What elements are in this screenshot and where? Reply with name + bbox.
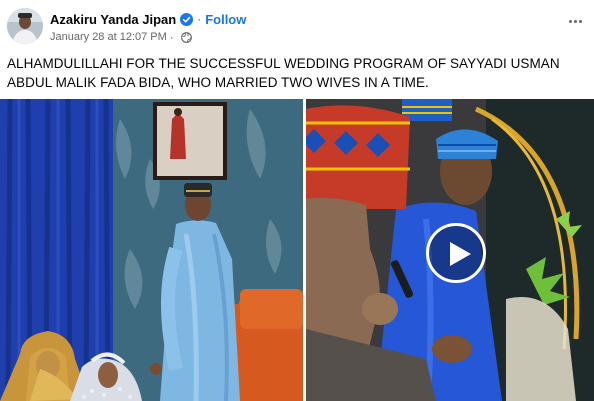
facebook-post: Azakiru Yanda Jipan · Follow January 28 … xyxy=(0,0,594,401)
separator-dot: · xyxy=(197,12,202,26)
timestamp[interactable]: January 28 at 12:07 PM xyxy=(50,31,167,43)
globe-icon xyxy=(180,31,192,43)
separator-dot: · xyxy=(169,30,174,44)
post-caption: ALHAMDULILLAHI FOR THE SUCCESSFUL WEDDIN… xyxy=(7,56,560,90)
more-options-icon[interactable] xyxy=(564,14,586,28)
wedding-video[interactable] xyxy=(306,99,594,401)
verified-badge-icon xyxy=(180,12,194,26)
post-meta: January 28 at 12:07 PM · xyxy=(50,30,192,44)
author-name[interactable]: Azakiru Yanda Jipan xyxy=(50,12,176,27)
follow-button[interactable]: Follow xyxy=(205,12,246,27)
author-line: Azakiru Yanda Jipan · Follow xyxy=(50,10,246,28)
play-icon[interactable] xyxy=(426,223,486,283)
avatar[interactable] xyxy=(7,8,43,44)
wedding-photo[interactable] xyxy=(0,99,303,401)
